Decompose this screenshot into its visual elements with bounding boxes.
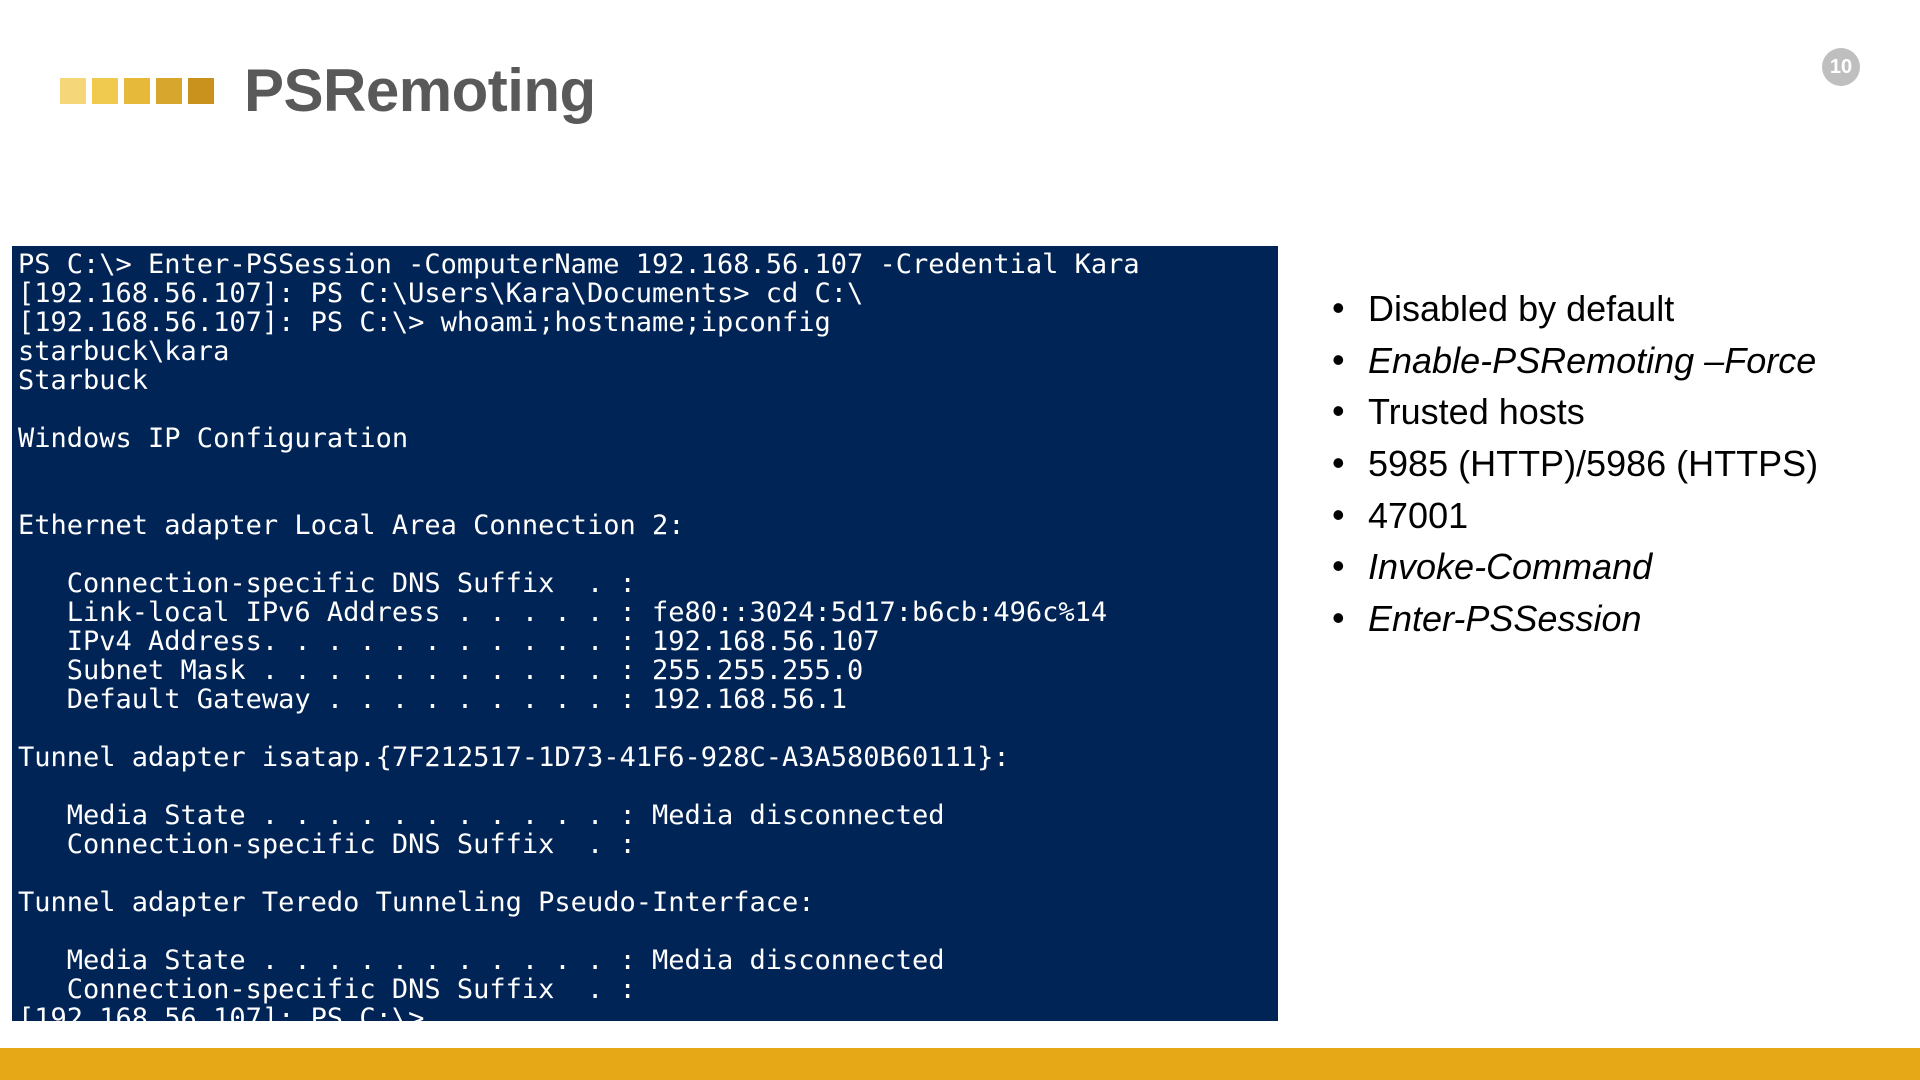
bullet-text: 47001 [1368, 495, 1468, 536]
bullet-text: Trusted hosts [1368, 391, 1585, 432]
footer-accent-bar [0, 1048, 1920, 1080]
bullet-text: Invoke-Command [1368, 546, 1652, 587]
list-item: Enable-PSRemoting –Force [1318, 336, 1878, 386]
bullet-list: Disabled by default Enable-PSRemoting –F… [1318, 284, 1878, 646]
bullet-text: Enable-PSRemoting –Force [1368, 340, 1816, 381]
bullet-text: Enter-PSSession [1368, 598, 1641, 639]
slide-title: PSRemoting [244, 56, 596, 125]
decorative-squares [60, 78, 214, 104]
list-item: Disabled by default [1318, 284, 1878, 334]
page-number-badge: 10 [1822, 48, 1860, 86]
list-item: Trusted hosts [1318, 387, 1878, 437]
list-item: Enter-PSSession [1318, 594, 1878, 644]
list-item: Invoke-Command [1318, 542, 1878, 592]
list-item: 47001 [1318, 491, 1878, 541]
square-icon [188, 78, 214, 104]
list-item: 5985 (HTTP)/5986 (HTTPS) [1318, 439, 1878, 489]
bullet-text: 5985 (HTTP)/5986 (HTTPS) [1368, 443, 1818, 484]
bullet-text: Disabled by default [1368, 288, 1674, 329]
square-icon [124, 78, 150, 104]
slide: PSRemoting 10 PS C:\> Enter-PSSession -C… [0, 0, 1920, 1080]
square-icon [60, 78, 86, 104]
square-icon [92, 78, 118, 104]
powershell-terminal: PS C:\> Enter-PSSession -ComputerName 19… [12, 246, 1278, 1021]
square-icon [156, 78, 182, 104]
slide-header: PSRemoting [60, 56, 596, 125]
